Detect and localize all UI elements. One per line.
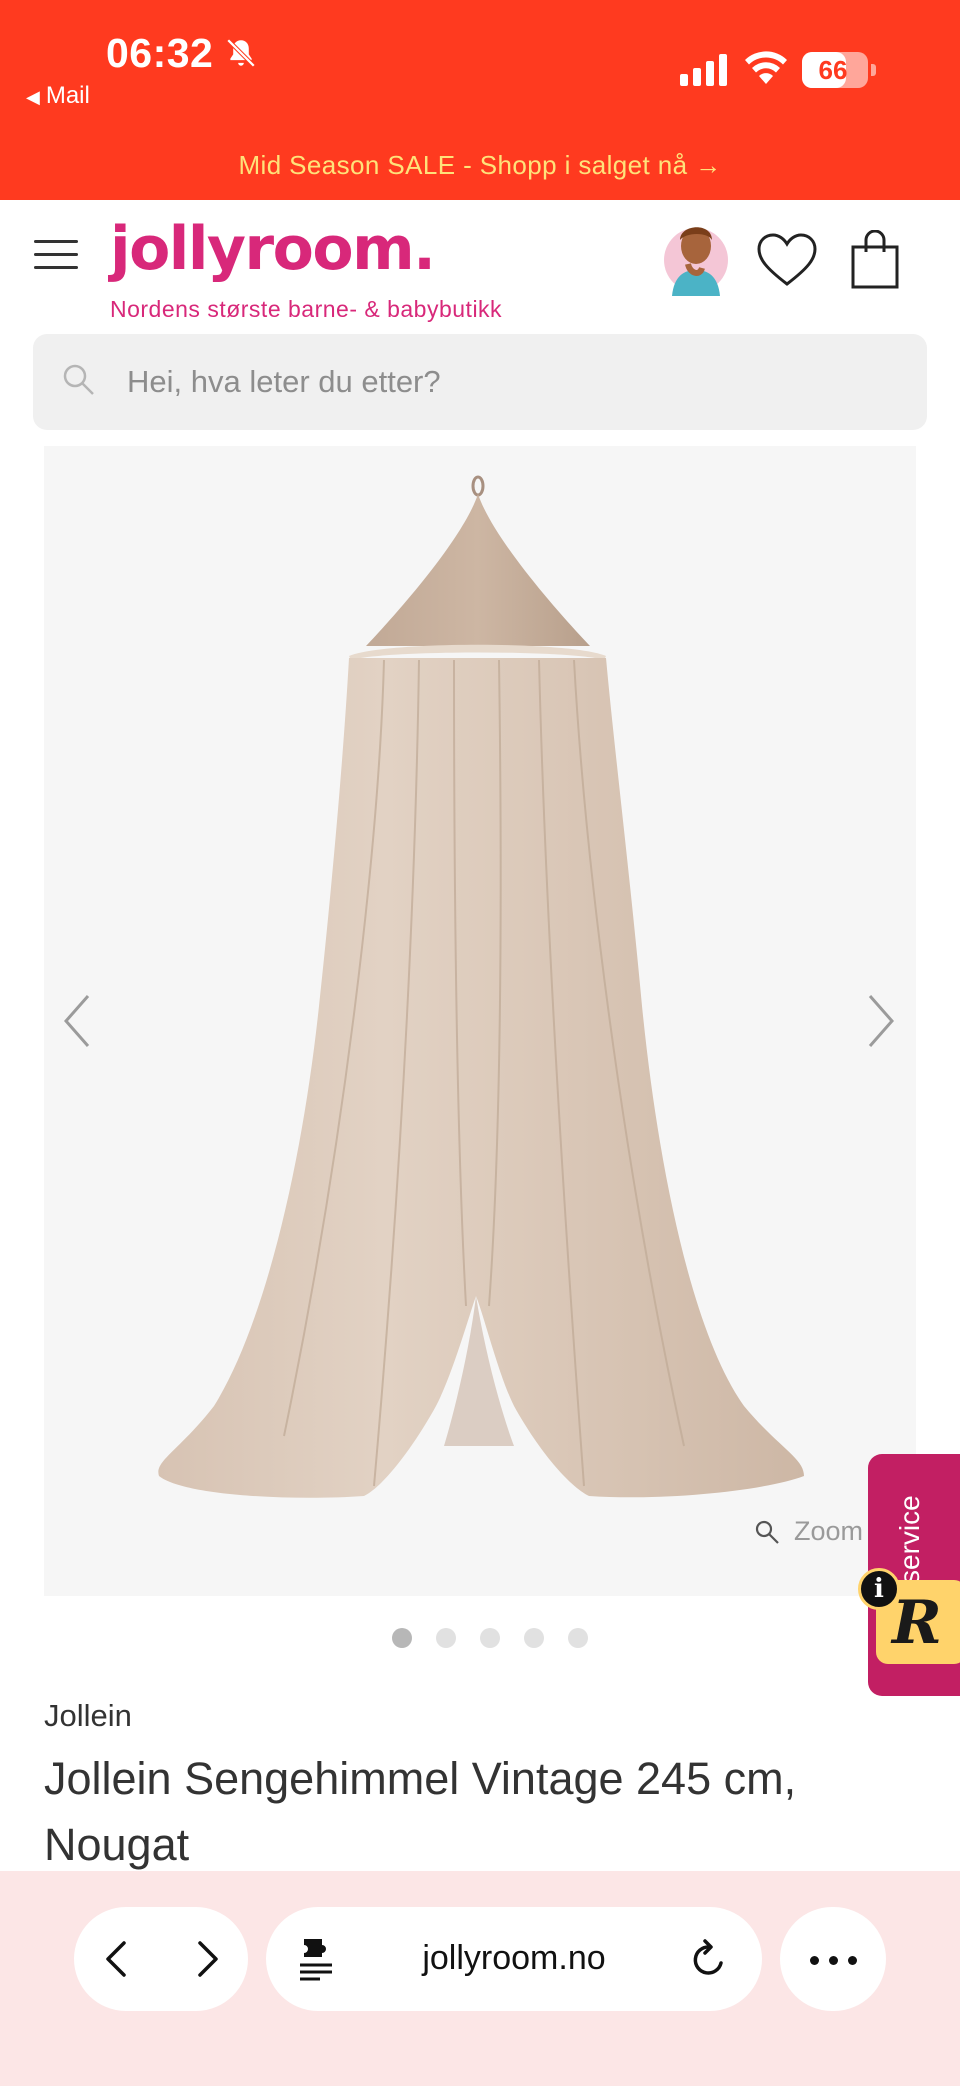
product-brand[interactable]: Jollein [44,1698,132,1734]
wifi-icon [745,51,787,84]
browser-forward-icon[interactable] [184,1937,228,1981]
previous-image-arrow-icon[interactable] [58,986,98,1056]
more-dot-icon [848,1956,857,1965]
search-placeholder: Hei, hva leter du etter? [127,364,441,399]
gallery-dot[interactable] [480,1628,500,1648]
zoom-button[interactable]: Zoom [754,1516,863,1547]
gallery-dot[interactable] [524,1628,544,1648]
product-title: Jollein Sengehimmel Vintage 245 cm, Noug… [44,1753,797,1870]
site-logo[interactable]: jollyroom. [110,214,436,284]
cellular-signal-icon [680,52,727,86]
page: 06:32 ◀ Mail 66 Mid Season SALE - Shopp i… [0,0,960,2086]
more-dot-icon [829,1956,838,1965]
more-options-button[interactable] [780,1907,886,2011]
more-dot-icon [810,1956,819,1965]
bell-muted-icon [226,38,256,68]
back-app-label: Mail [45,82,90,109]
back-to-app-link[interactable]: ◀ Mail [26,82,90,110]
product-image-gallery[interactable]: Zoom [44,446,916,1596]
search-icon [63,364,94,395]
browser-toolbar: jollyroom.no [0,1871,960,2086]
product-image-bed-canopy [158,475,804,1498]
gallery-dot[interactable] [568,1628,588,1648]
shopping-bag-icon[interactable] [850,230,900,290]
gallery-pagination-dots[interactable] [392,1628,588,1648]
info-icon[interactable]: i [858,1568,900,1610]
customer-service-avatar[interactable] [662,214,730,296]
battery-icon: 66 [802,52,876,88]
promo-banner-link[interactable]: Mid Season SALE - Shopp i salget nå → [0,150,960,181]
top-banner: 06:32 ◀ Mail 66 Mid Season SALE - Shopp i… [0,0,960,200]
menu-icon[interactable] [34,240,78,270]
reviews-badge-letter: R [892,1588,942,1658]
browser-back-icon[interactable] [96,1937,140,1981]
back-triangle-icon: ◀ [26,87,40,107]
wishlist-heart-icon[interactable] [756,232,818,290]
gallery-dot[interactable] [436,1628,456,1648]
customer-service-label: service [894,1495,925,1584]
browser-nav-group [74,1907,248,2011]
reload-icon[interactable] [688,1937,730,1981]
battery-percent: 66 [818,55,848,85]
zoom-label: Zoom [794,1516,864,1546]
search-input[interactable]: Hei, hva leter du etter? [33,334,927,430]
next-image-arrow-icon[interactable] [860,986,900,1056]
status-time: 06:32 [106,30,214,76]
address-bar[interactable]: jollyroom.no [266,1907,762,2011]
magnifier-icon [755,1520,779,1544]
gallery-dot[interactable] [392,1628,412,1648]
site-tagline: Nordens største barne- & babybutikk [110,296,503,322]
